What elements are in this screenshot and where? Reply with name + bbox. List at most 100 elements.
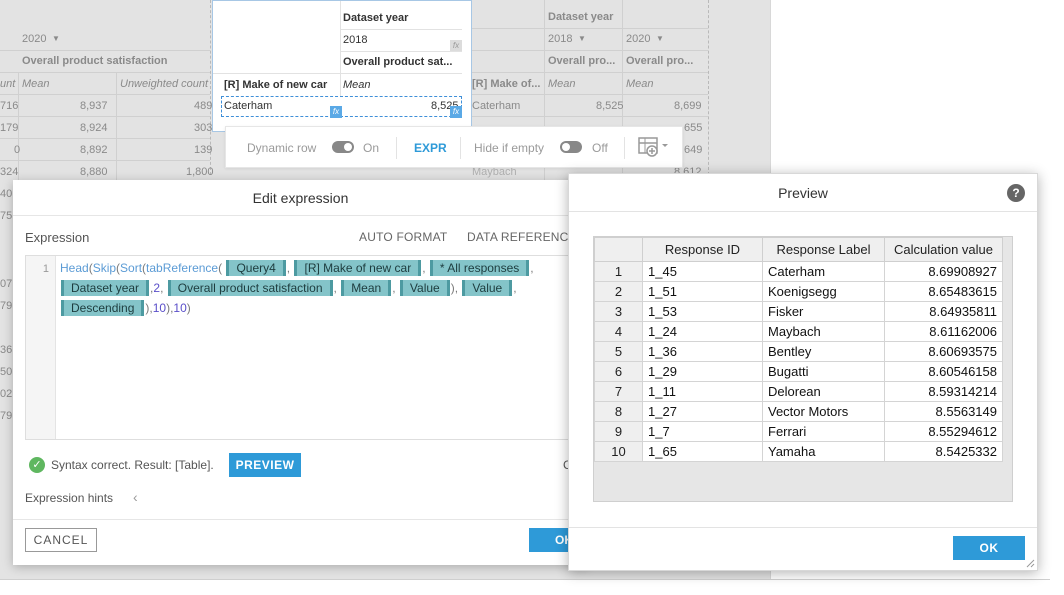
cell-value: 8.61162006 [884,321,1003,342]
cell-value: 8.55294612 [884,421,1003,442]
preview-grid: Response ID Response Label Calculation v… [593,236,1013,502]
help-icon[interactable]: ? [1007,184,1025,202]
table-row: 9 1_7 Ferrari 8.55294612 [594,421,1003,442]
cell-label: Maybach [762,321,885,342]
cancel-button[interactable]: CANCEL [25,528,97,552]
cell-id: 1_24 [642,321,763,342]
bg-cell: 8,525 [596,100,624,112]
bg-cell: 324 [0,166,19,178]
dynamic-row-toggle[interactable] [332,141,354,153]
bg-cell: 1,800 [186,166,214,178]
bg-cell: 303 [194,122,213,134]
bg-make-label: [R] Make of... [472,78,541,90]
bg-cell: 79 [0,300,13,312]
chevron-left-icon[interactable]: ‹ [133,489,138,505]
card-make-label: [R] Make of new car [224,79,328,91]
table-row: 1 1_45 Caterham 8.69908927 [594,261,1003,282]
code-line: Head(Skip(Sort(tabReference( Query4, [R]… [60,260,534,276]
cell-value: 8.64935811 [884,301,1003,322]
preview-table: Response ID Response Label Calculation v… [594,237,1003,462]
code-token[interactable]: Value [399,280,450,296]
hide-empty-state: Off [592,141,608,155]
bg-year-2[interactable]: 2020 [626,33,650,45]
code-line: Descending),10),10) [60,300,191,320]
row-number: 10 [594,441,643,462]
preview-dialog: Preview ? Response ID Response Label Cal… [568,173,1038,571]
code-token[interactable]: Value [462,280,513,296]
cell-label: Caterham [762,261,885,282]
cell-id: 1_36 [642,341,763,362]
cell-value: 8.59314214 [884,381,1003,402]
bg-mean-2: Mean [626,78,654,90]
cell-id: 1_65 [642,441,763,462]
column-header[interactable]: Response Label [762,237,885,262]
guide-line [708,0,709,175]
card-row-label: Caterham [224,100,273,112]
code-fn-skip: Skip [92,261,117,275]
bg-mean-label: Mean [22,78,50,90]
hide-empty-toggle[interactable] [560,141,582,153]
expr-button[interactable]: EXPR [414,141,447,155]
bg-cell: 40 [0,188,13,200]
fx-icon[interactable]: fx [330,106,342,118]
code-token[interactable]: Dataset year [61,280,150,296]
bg-cell: 655 [684,122,703,134]
bg-cell: 75 [0,210,13,222]
bg-year-1[interactable]: 2018 [548,33,572,45]
auto-format-button[interactable]: AUTO FORMAT [359,230,447,244]
cell-id: 1_27 [642,401,763,422]
cell-id: 1_11 [642,381,763,402]
bg-cell: 8,924 [80,122,108,134]
expression-hints-toggle[interactable]: Expression hints [25,491,113,505]
bg-unweighted-label: Unweighted count [120,78,209,90]
table-preview-card[interactable]: Dataset year 2018 fx Overall product sat… [212,0,472,132]
bg-cell: 139 [194,144,213,156]
cell-label: Bugatti [762,361,885,382]
table-row: 4 1_24 Maybach 8.61162006 [594,321,1003,342]
cell-label: Bentley [762,341,885,362]
column-header[interactable]: Response ID [642,237,763,262]
line-gutter: 1 [26,256,56,439]
bg-cell: 79 [0,410,13,422]
card-mean: Mean [343,79,371,91]
dynamic-row-toolbar: Dynamic row On EXPR Hide if empty Off [225,126,683,168]
bg-cell: 716 [0,100,19,112]
bg-cell: 179 [0,122,19,134]
table-row: 6 1_29 Bugatti 8.60546158 [594,361,1003,382]
chevron-down-icon[interactable]: ▼ [578,34,586,43]
table-row: 2 1_51 Koenigsegg 8.65483615 [594,281,1003,302]
ok-button[interactable]: OK [953,536,1025,560]
table-row: 5 1_36 Bentley 8.60693575 [594,341,1003,362]
code-token[interactable]: Query4 [226,260,286,276]
bg-cell: 02 [0,388,13,400]
bg-measure-1: Overall pro... [548,55,616,67]
card-measure: Overall product sat... [343,56,453,68]
code-token[interactable]: Descending [61,300,145,316]
expression-editor[interactable]: 1 Head(Skip(Sort(tabReference( Query4, [… [25,255,585,440]
cell-id: 1_51 [642,281,763,302]
chevron-down-icon[interactable]: ▼ [656,34,664,43]
row-number: 6 [594,361,643,382]
table-options-icon[interactable] [638,136,668,158]
row-number: 1 [594,261,643,282]
preview-button[interactable]: PREVIEW [229,453,301,477]
column-header[interactable]: Calculation value [884,237,1003,262]
cell-value: 8.69908927 [884,261,1003,282]
code-token[interactable]: [R] Make of new car [294,260,422,276]
fx-icon[interactable]: fx [450,106,462,118]
cell-label: Yamaha [762,441,885,462]
dialog-title: Preview [569,174,1037,212]
code-token[interactable]: Overall product satisfaction [167,280,333,296]
code-fn-head: Head [60,261,89,275]
chevron-down-icon[interactable]: ▼ [52,34,60,43]
table-row: 10 1_65 Yamaha 8.5425332 [594,441,1003,462]
syntax-status: Syntax correct. Result: [Table]. [51,458,214,472]
code-token[interactable]: Mean [341,280,392,296]
code-token[interactable]: * All responses [429,260,530,276]
expression-label: Expression [25,230,90,245]
cell-value: 8.60693575 [884,341,1003,362]
bg-year-header[interactable]: 2020 [22,33,46,45]
row-number: 3 [594,301,643,322]
resize-handle-icon[interactable] [1025,558,1035,568]
row-number: 4 [594,321,643,342]
